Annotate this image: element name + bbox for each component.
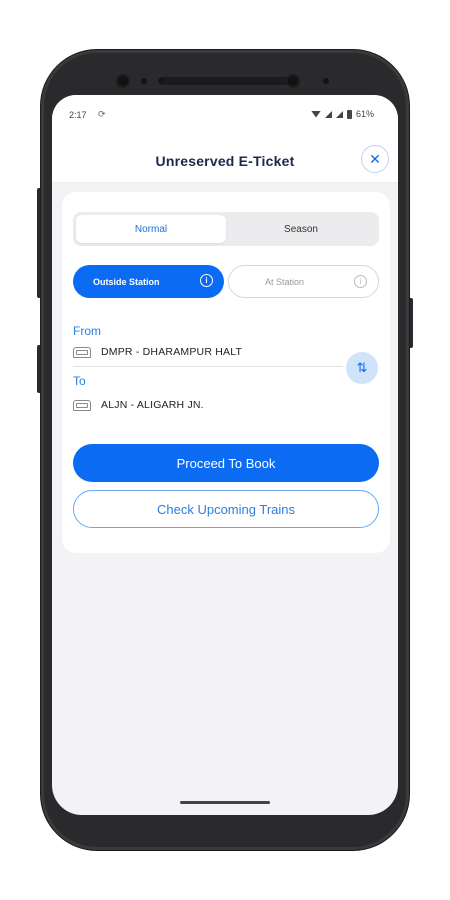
from-label: From xyxy=(73,324,101,338)
wifi-icon xyxy=(310,110,321,118)
outside-station-label: Outside Station xyxy=(93,276,160,287)
from-station-value: DMPR - DHARAMPUR HALT xyxy=(101,346,243,358)
home-indicator[interactable] xyxy=(180,801,270,804)
to-label: To xyxy=(73,374,86,388)
check-upcoming-trains-button[interactable]: Check Upcoming Trains xyxy=(73,490,379,528)
status-icons: 61% xyxy=(310,109,374,119)
train-icon xyxy=(73,399,91,411)
tab-normal[interactable]: Normal xyxy=(76,215,226,243)
sync-icon: ⟳ xyxy=(98,109,106,119)
close-icon: ✕ xyxy=(369,150,381,167)
to-station-value: ALJN - ALIGARH JN. xyxy=(101,399,204,411)
at-station-option[interactable]: At Station i xyxy=(228,265,379,298)
from-station-field[interactable]: DMPR - DHARAMPUR HALT xyxy=(73,346,242,358)
info-icon[interactable]: i xyxy=(354,275,367,288)
front-sensor xyxy=(286,74,300,88)
app-header: Unreserved E-Ticket ✕ xyxy=(52,137,398,183)
outside-station-option[interactable]: Outside Station i xyxy=(73,265,224,298)
sensor-dot xyxy=(141,78,147,84)
signal-icon xyxy=(324,110,332,118)
page-title: Unreserved E-Ticket xyxy=(155,153,295,169)
app-screen: 2:17 ⟳ 61% Unreserved E-Ticket ✕ Normal … xyxy=(52,95,398,815)
booking-card: Normal Season Outside Station i At Stati… xyxy=(62,192,390,553)
info-icon[interactable]: i xyxy=(200,274,213,287)
status-bar: 2:17 ⟳ 61% xyxy=(52,95,398,137)
battery-icon xyxy=(346,109,352,119)
swap-icon: ⇅ xyxy=(356,360,368,375)
signal-icon xyxy=(335,110,343,118)
at-station-label: At Station xyxy=(265,276,305,287)
to-station-field[interactable]: ALJN - ALIGARH JN. xyxy=(73,399,204,411)
divider xyxy=(73,366,343,367)
front-camera xyxy=(116,74,130,88)
ticket-type-toggle: Normal Season xyxy=(73,212,379,246)
swap-stations-button[interactable]: ⇅ xyxy=(346,352,378,384)
proceed-to-book-button[interactable]: Proceed To Book xyxy=(73,444,379,482)
battery-percent: 61% xyxy=(355,109,374,119)
train-icon xyxy=(73,346,91,358)
speaker-grille xyxy=(159,77,289,85)
status-time: 2:17 xyxy=(69,110,87,120)
close-button[interactable]: ✕ xyxy=(361,145,389,173)
sensor-dot xyxy=(158,78,164,84)
sensor-dot xyxy=(323,78,329,84)
tab-season[interactable]: Season xyxy=(226,215,376,243)
